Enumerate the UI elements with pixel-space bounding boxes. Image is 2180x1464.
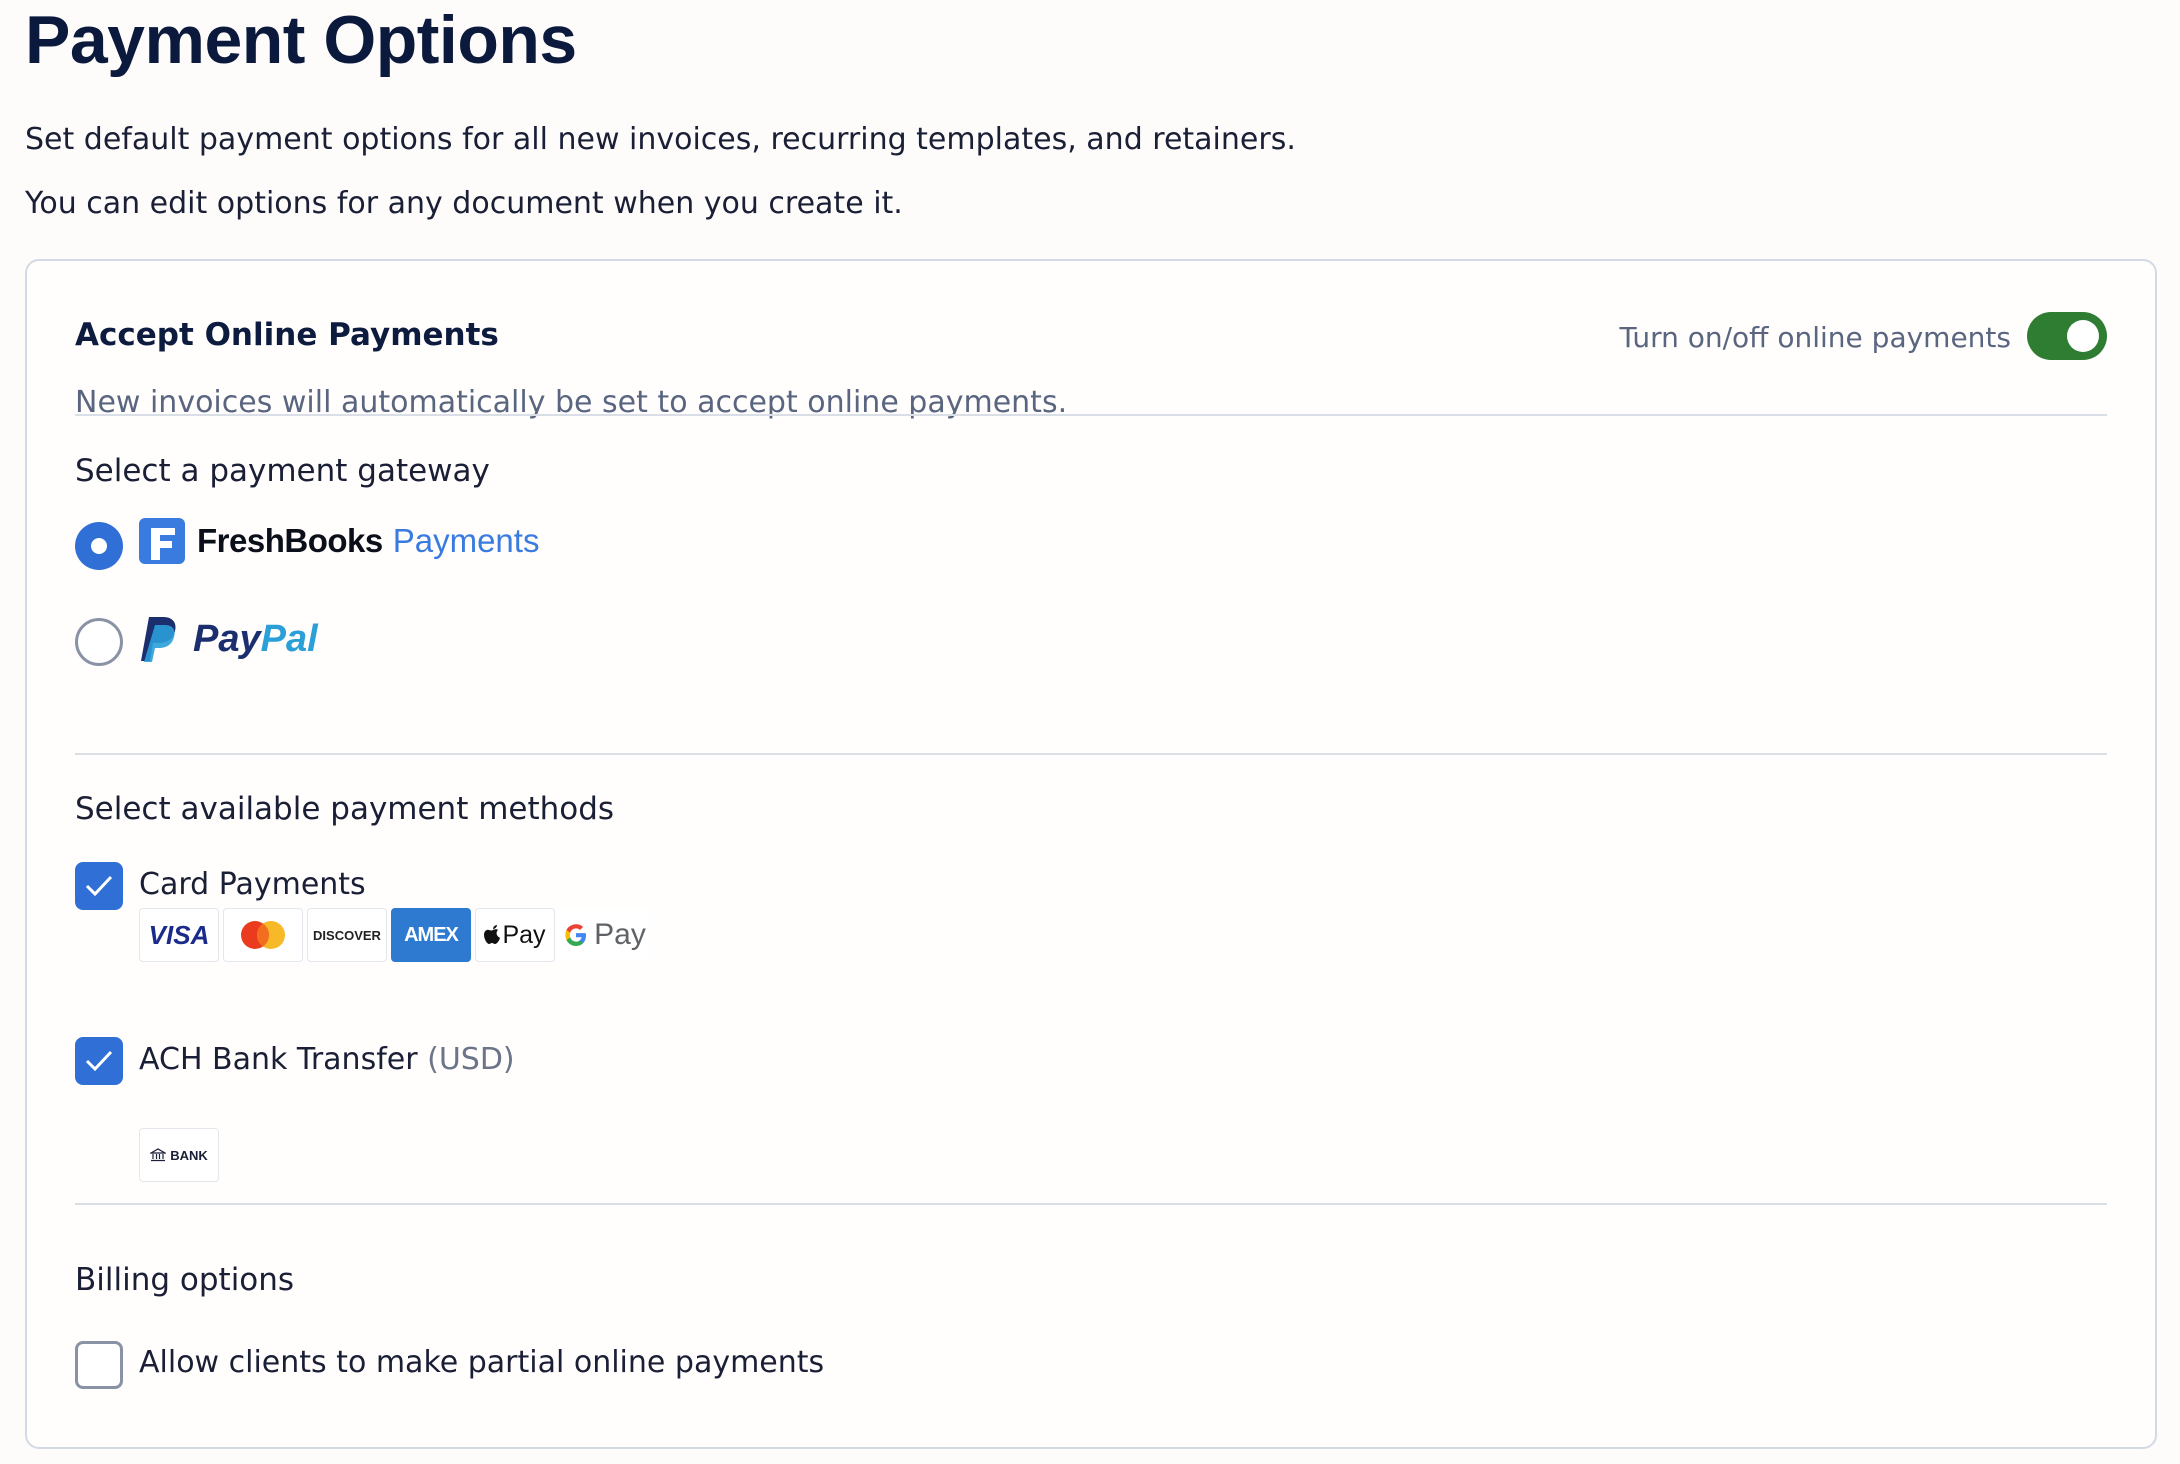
freshbooks-radio[interactable] [75,522,123,570]
ach-currency: (USD) [427,1042,515,1077]
toggle-knob [2067,320,2099,352]
paypal-brand-pal: Pal [260,617,318,660]
online-payments-toggle[interactable] [2027,312,2107,360]
mastercard-icon [223,908,303,962]
paypal-brand-pay: Pay [193,617,261,660]
bank-badge-label: BANK [170,1147,208,1163]
apple-pay-icon: Pay [475,908,555,962]
page-intro-line-1: Set default payment options for all new … [25,122,1296,157]
partial-payments-checkbox[interactable] [75,1341,123,1389]
partial-payments-label: Allow clients to make partial online pay… [139,1345,825,1380]
visa-icon: VISA [139,908,219,962]
paypal-p-icon [141,617,176,662]
payment-settings-card: Accept Online Payments New invoices will… [25,259,2157,1449]
online-payments-toggle-label: Turn on/off online payments [1619,321,2011,354]
bank-icon [150,1148,167,1162]
ach-bank-transfer-checkbox[interactable] [75,1037,123,1085]
apple-pay-label: Pay [502,920,546,949]
divider [75,1203,2107,1205]
paypal-radio[interactable] [75,618,123,666]
ach-bank-transfer-label: ACH Bank Transfer (USD) [139,1042,515,1077]
freshbooks-f-icon [139,518,185,564]
card-payments-checkbox[interactable] [75,862,123,910]
card-payments-label: Card Payments [139,867,366,902]
amex-icon: AMEX [391,908,471,962]
payment-options-page: Payment Options Set default payment opti… [0,0,2180,1464]
google-g-icon [565,924,587,946]
google-pay-icon: Pay [559,908,649,962]
check-icon [85,875,113,897]
divider [75,753,2107,755]
accept-online-payments-title: Accept Online Payments [75,317,499,353]
gateway-heading: Select a payment gateway [75,453,490,489]
discover-icon: DISCOVER [307,908,387,962]
ach-label-text: ACH Bank Transfer [139,1042,418,1077]
page-intro-line-2: You can edit options for any document wh… [25,186,903,221]
paypal-logo[interactable]: PayPal [139,611,318,667]
card-brand-badges: VISA DISCOVER AMEX Pay Pay [139,908,649,962]
freshbooks-suffix: Payments [392,522,540,559]
bank-badge: BANK [139,1128,219,1182]
methods-heading: Select available payment methods [75,791,615,827]
divider [75,414,2107,416]
billing-options-heading: Billing options [75,1262,295,1298]
check-icon [85,1050,113,1072]
freshbooks-brand: FreshBooks [197,522,383,559]
freshbooks-payments-logo[interactable]: FreshBooks Payments [139,517,539,565]
page-title: Payment Options [25,2,577,78]
google-pay-label: Pay [594,918,646,951]
apple-icon [484,925,501,944]
